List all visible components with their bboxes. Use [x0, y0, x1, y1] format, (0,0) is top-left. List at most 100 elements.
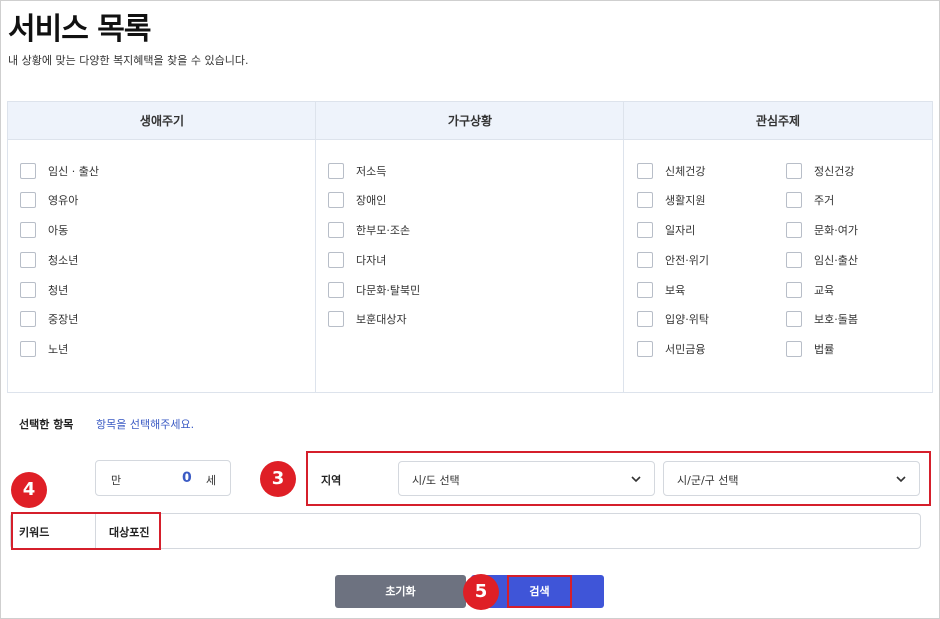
checkbox-label: 신체건강: [665, 165, 706, 178]
checkbox-box[interactable]: [637, 282, 653, 298]
interest-header: 관심주제: [755, 114, 801, 128]
chevron-down-icon: [631, 476, 641, 483]
checkbox-label: 아동: [48, 224, 69, 237]
checkbox-box[interactable]: [328, 311, 344, 327]
checkbox-box[interactable]: [786, 222, 802, 238]
selected-items-label: 선택한 항목: [19, 418, 74, 431]
sido-select-value: 시/도 선택: [412, 474, 460, 487]
sido-select[interactable]: 시/도 선택: [398, 461, 655, 496]
checkbox-box[interactable]: [328, 192, 344, 208]
checkbox-box[interactable]: [328, 282, 344, 298]
household-header: 가구상황: [447, 114, 493, 128]
checkbox-interest-childcare[interactable]: 보육: [637, 281, 685, 299]
checkbox-label: 일자리: [665, 224, 696, 237]
checkbox-box[interactable]: [20, 341, 36, 357]
sigungu-select-value: 시/군/구 선택: [677, 474, 739, 487]
checkbox-household-multicultural[interactable]: 다문화·탈북민: [328, 281, 420, 299]
checkbox-box[interactable]: [786, 282, 802, 298]
reset-button[interactable]: 초기화: [335, 575, 466, 608]
checkbox-interest-education[interactable]: 교육: [786, 281, 834, 299]
checkbox-label: 한부모·조손: [356, 224, 411, 237]
checkbox-household-low-income[interactable]: 저소득: [328, 162, 386, 180]
checkbox-label: 보육: [665, 284, 686, 297]
checkbox-life-cycle-child[interactable]: 아동: [20, 221, 68, 239]
checkbox-box[interactable]: [20, 282, 36, 298]
keyword-highlight-box: [11, 512, 161, 550]
checkbox-label: 청년: [48, 284, 69, 297]
checkbox-label: 문화·여가: [814, 224, 858, 237]
checkbox-label: 서민금융: [665, 343, 706, 356]
checkbox-box[interactable]: [20, 192, 36, 208]
checkbox-interest-mental-health[interactable]: 정신건강: [786, 162, 854, 180]
checkbox-label: 주거: [814, 194, 835, 207]
checkbox-interest-adoption[interactable]: 입양·위탁: [637, 310, 709, 328]
checkbox-life-cycle-middle-age[interactable]: 중장년: [20, 310, 78, 328]
checkbox-label: 저소득: [356, 165, 387, 178]
checkbox-box[interactable]: [328, 163, 344, 179]
checkbox-household-disabled[interactable]: 장애인: [328, 191, 386, 209]
filter-panel: 생애주기 가구상황 관심주제 임신 · 출산 영유아 아동 청소년 청년 중장년…: [7, 101, 933, 393]
checkbox-box[interactable]: [786, 163, 802, 179]
checkbox-label: 입양·위탁: [665, 313, 709, 326]
checkbox-life-cycle-teen[interactable]: 청소년: [20, 251, 78, 269]
checkbox-label: 다자녀: [356, 254, 387, 267]
checkbox-box[interactable]: [328, 222, 344, 238]
checkbox-box[interactable]: [786, 311, 802, 327]
column-divider: [315, 102, 316, 392]
checkbox-label: 보호·돌봄: [814, 313, 858, 326]
checkbox-box[interactable]: [786, 341, 802, 357]
checkbox-household-multi-child[interactable]: 다자녀: [328, 251, 386, 269]
life-cycle-header: 생애주기: [139, 114, 185, 128]
checkbox-interest-care[interactable]: 보호·돌봄: [786, 310, 858, 328]
checkbox-label: 보훈대상자: [356, 313, 407, 326]
checkbox-interest-pregnancy[interactable]: 임신·출산: [786, 251, 858, 269]
checkbox-interest-finance[interactable]: 서민금융: [637, 340, 705, 358]
age-input[interactable]: 만 0 세: [95, 460, 231, 496]
checkbox-label: 임신·출산: [814, 254, 858, 267]
checkbox-interest-jobs[interactable]: 일자리: [637, 221, 695, 239]
checkbox-box[interactable]: [637, 163, 653, 179]
checkbox-life-cycle-youth[interactable]: 청년: [20, 281, 68, 299]
checkbox-interest-safety[interactable]: 안전·위기: [637, 251, 709, 269]
sigungu-select[interactable]: 시/군/구 선택: [663, 461, 920, 496]
checkbox-household-veteran[interactable]: 보훈대상자: [328, 310, 407, 328]
checkbox-interest-housing[interactable]: 주거: [786, 191, 834, 209]
checkbox-life-cycle-pregnancy[interactable]: 임신 · 출산: [20, 162, 99, 180]
checkbox-label: 영유아: [48, 194, 79, 207]
checkbox-box[interactable]: [20, 163, 36, 179]
checkbox-box[interactable]: [786, 252, 802, 268]
checkbox-box[interactable]: [637, 192, 653, 208]
checkbox-label: 다문화·탈북민: [356, 284, 421, 297]
region-label: 지역: [321, 474, 342, 487]
checkbox-box[interactable]: [786, 192, 802, 208]
checkbox-label: 장애인: [356, 194, 387, 207]
checkbox-box[interactable]: [637, 311, 653, 327]
checkbox-box[interactable]: [20, 222, 36, 238]
checkbox-label: 정신건강: [814, 165, 855, 178]
age-value[interactable]: 0: [182, 470, 192, 486]
search-button-label[interactable]: 검색: [507, 575, 572, 608]
checkbox-interest-physical-health[interactable]: 신체건강: [637, 162, 705, 180]
checkbox-label: 교육: [814, 284, 835, 297]
checkbox-life-cycle-infant[interactable]: 영유아: [20, 191, 78, 209]
checkbox-box[interactable]: [637, 222, 653, 238]
checkbox-label: 생활지원: [665, 194, 706, 207]
page-title: 서비스 목록: [8, 12, 151, 47]
age-suffix: 세: [206, 474, 217, 487]
checkbox-label: 안전·위기: [665, 254, 709, 267]
checkbox-box[interactable]: [637, 341, 653, 357]
checkbox-box[interactable]: [637, 252, 653, 268]
page-subtitle: 내 상황에 맞는 다양한 복지혜택을 찾을 수 있습니다.: [8, 54, 249, 67]
checkbox-box[interactable]: [20, 252, 36, 268]
checkbox-interest-culture[interactable]: 문화·여가: [786, 221, 858, 239]
selected-items-placeholder: 항목을 선택해주세요.: [96, 418, 195, 431]
checkbox-label: 중장년: [48, 313, 79, 326]
checkbox-interest-legal[interactable]: 법률: [786, 340, 834, 358]
checkbox-household-single-parent[interactable]: 한부모·조손: [328, 221, 410, 239]
annotation-badge-4: 4: [11, 472, 47, 508]
checkbox-interest-living-support[interactable]: 생활지원: [637, 191, 705, 209]
checkbox-box[interactable]: [20, 311, 36, 327]
checkbox-box[interactable]: [328, 252, 344, 268]
checkbox-life-cycle-senior[interactable]: 노년: [20, 340, 68, 358]
checkbox-label: 임신 · 출산: [48, 165, 99, 178]
